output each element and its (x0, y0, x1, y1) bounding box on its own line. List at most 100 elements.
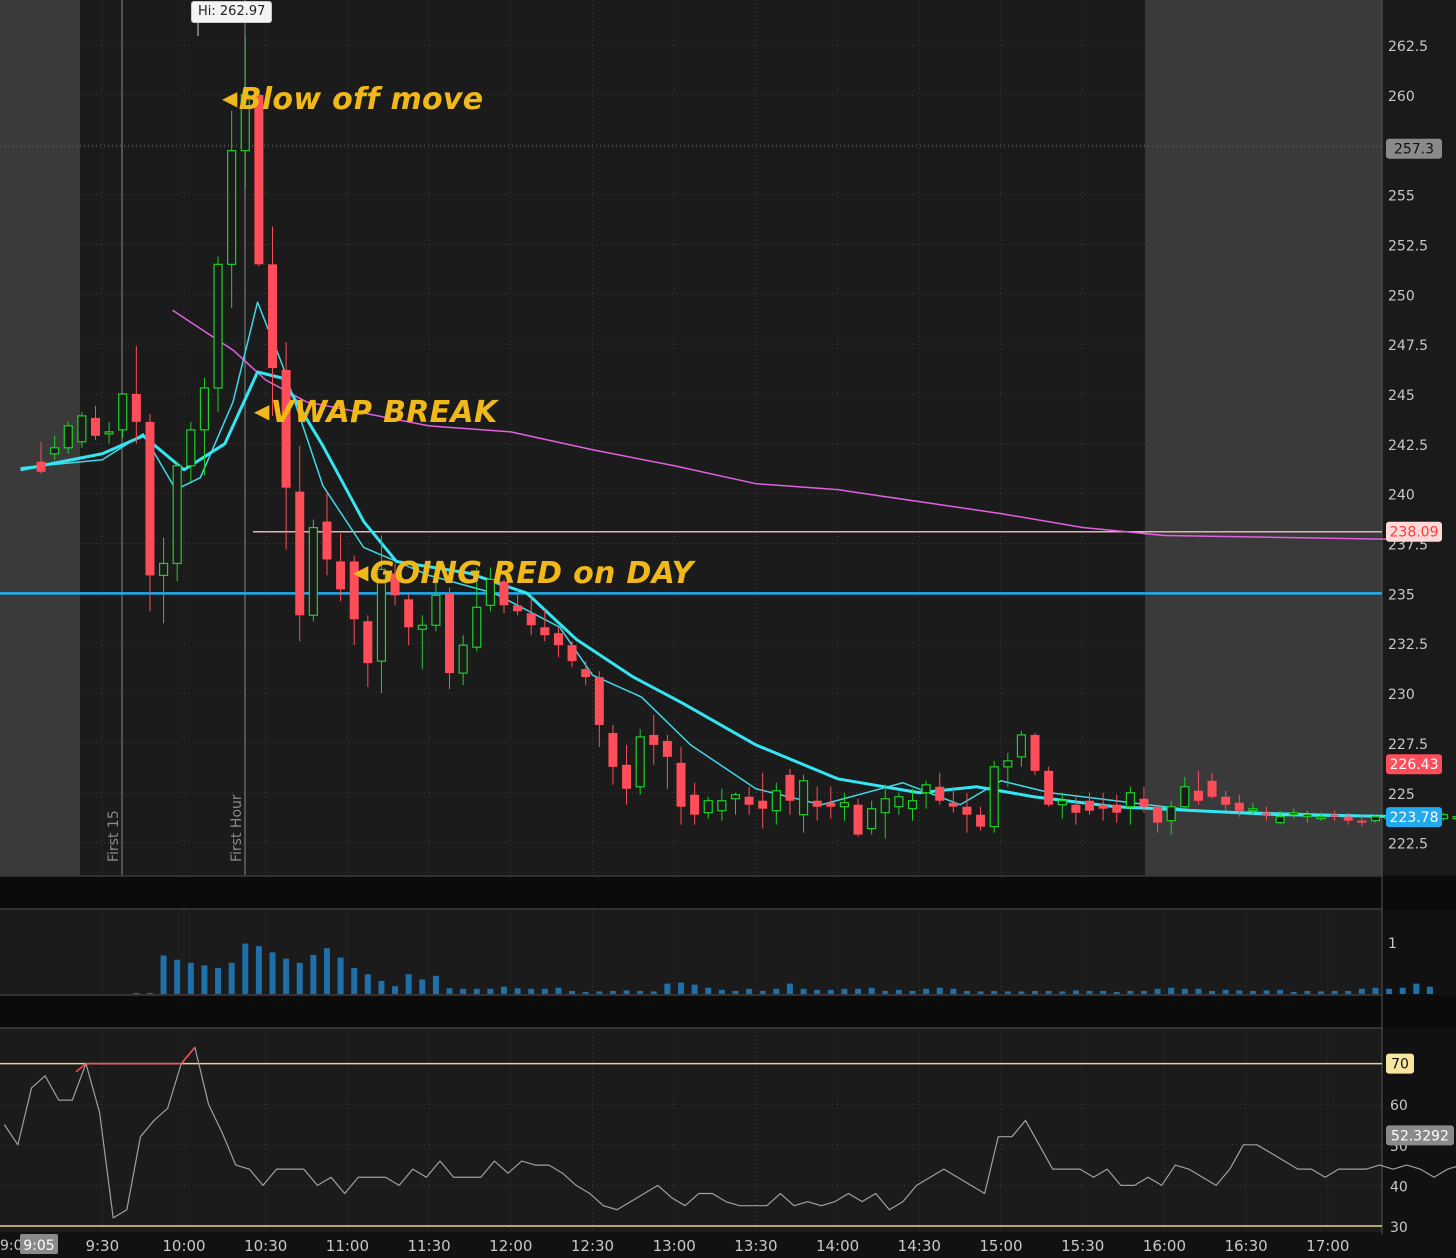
time-start-label: 9:05 (23, 1238, 54, 1254)
price-tick-label: 252.5 (1388, 238, 1428, 254)
time-tick-label: 14:00 (816, 1237, 859, 1254)
volume-bar (1290, 991, 1297, 994)
price-tick-label: 225 (1388, 787, 1415, 803)
time-axis-cut-label: 9:0 (0, 1238, 23, 1254)
time-tick-label: 12:30 (571, 1237, 614, 1254)
volume-bar (146, 992, 153, 994)
candle-body (472, 606, 482, 648)
candle-body (921, 784, 931, 794)
time-tick-label: 13:30 (734, 1237, 777, 1254)
volume-bar (637, 990, 644, 994)
candle-body (798, 780, 809, 816)
candle-body (1343, 816, 1353, 821)
price-tick-label: 227.5 (1388, 737, 1428, 753)
candle-body (118, 393, 128, 431)
candle-body (1180, 786, 1190, 808)
volume-bar (963, 990, 970, 994)
price-tick-label: 262.5 (1388, 39, 1428, 55)
afterhours-shade (1145, 0, 1382, 875)
volume-bar (868, 987, 875, 994)
time-tick-label: 13:00 (653, 1237, 696, 1254)
candle-body (513, 605, 523, 612)
candle-body (1098, 804, 1108, 809)
volume-bar (786, 983, 793, 994)
candle-body (213, 263, 223, 389)
volume-bar (1100, 990, 1107, 994)
candle-body (1016, 734, 1027, 758)
time-tick-label: 9:30 (85, 1237, 119, 1254)
volume-bar (800, 988, 807, 994)
candle-body (1153, 806, 1163, 823)
volume-bar (419, 979, 426, 994)
volume-bar (569, 990, 576, 994)
candle-body (431, 594, 441, 626)
volume-bar (378, 981, 385, 994)
volume-bar (664, 983, 671, 994)
candle-body (812, 800, 822, 807)
volume-bar (991, 990, 998, 994)
annotation-vwap-break: ◀VWAP BREAK (254, 395, 498, 430)
price-tick-label: 230 (1388, 687, 1415, 703)
time-tick-label: 14:30 (898, 1237, 941, 1254)
volume-bar (1358, 988, 1365, 994)
volume-bar (827, 989, 834, 994)
volume-bar (1426, 986, 1433, 994)
candle-body (1085, 800, 1095, 811)
volume-bar (623, 990, 630, 994)
volume-bar (201, 965, 208, 994)
candle-body (880, 798, 890, 814)
candle-body (730, 794, 741, 800)
volume-bar (1317, 991, 1324, 994)
candle-body (1248, 808, 1258, 812)
candle-body (1057, 800, 1067, 806)
volume-bar (1263, 990, 1270, 994)
volume-bar (1072, 990, 1079, 994)
candlestick-chart: First 15First Hour262.5260257.5255252.52… (0, 0, 1456, 1255)
pane-separator (0, 876, 1456, 910)
volume-bar (242, 943, 249, 994)
volume-bar (582, 991, 589, 994)
candle-body (322, 521, 332, 560)
volume-bar (174, 959, 181, 994)
candle-body (771, 790, 781, 812)
price-tick-label: 240 (1388, 488, 1415, 504)
high-price-label: Hi: 262.97 (191, 1, 273, 23)
candle-body (962, 806, 972, 815)
volume-bar (1331, 990, 1338, 994)
candle-body (717, 800, 727, 812)
candle-body (308, 526, 318, 616)
annotation-going-red: ◀GOING RED on DAY (353, 556, 694, 591)
time-tick-label: 11:30 (407, 1237, 450, 1254)
volume-bar (923, 988, 930, 994)
rsi-tag-label: 52.3292 (1391, 1128, 1449, 1144)
candle-body (90, 417, 100, 436)
candle-body (172, 465, 182, 565)
candle-body (1030, 734, 1040, 771)
candle-body (1207, 780, 1217, 797)
candle-body (1316, 816, 1326, 820)
volume-bar (337, 957, 344, 994)
time-tick-label: 16:30 (1224, 1237, 1267, 1254)
candle-body (676, 762, 686, 807)
volume-bar (446, 988, 453, 994)
volume-bar (133, 992, 140, 994)
volume-bar (1032, 990, 1039, 994)
pane-separator (0, 995, 1456, 1028)
volume-bar (541, 988, 548, 994)
candle-body (594, 677, 604, 725)
candle-body (649, 734, 659, 745)
volume-bar (950, 988, 957, 994)
volume-bar (500, 986, 507, 994)
candle-body (1071, 804, 1081, 813)
volume-bar (514, 988, 521, 994)
volume-bar (841, 988, 848, 994)
price-tag-label: 223.78 (1390, 810, 1439, 826)
candle-body (690, 794, 700, 815)
volume-bar (187, 962, 194, 994)
time-tick-label: 11:00 (326, 1237, 369, 1254)
candle-body (1289, 812, 1299, 816)
rsi-tick-label: 60 (1390, 1098, 1408, 1114)
candle-body (36, 461, 46, 472)
annotation-arrow-icon: ◀ (254, 399, 270, 423)
volume-bar (1195, 988, 1202, 994)
